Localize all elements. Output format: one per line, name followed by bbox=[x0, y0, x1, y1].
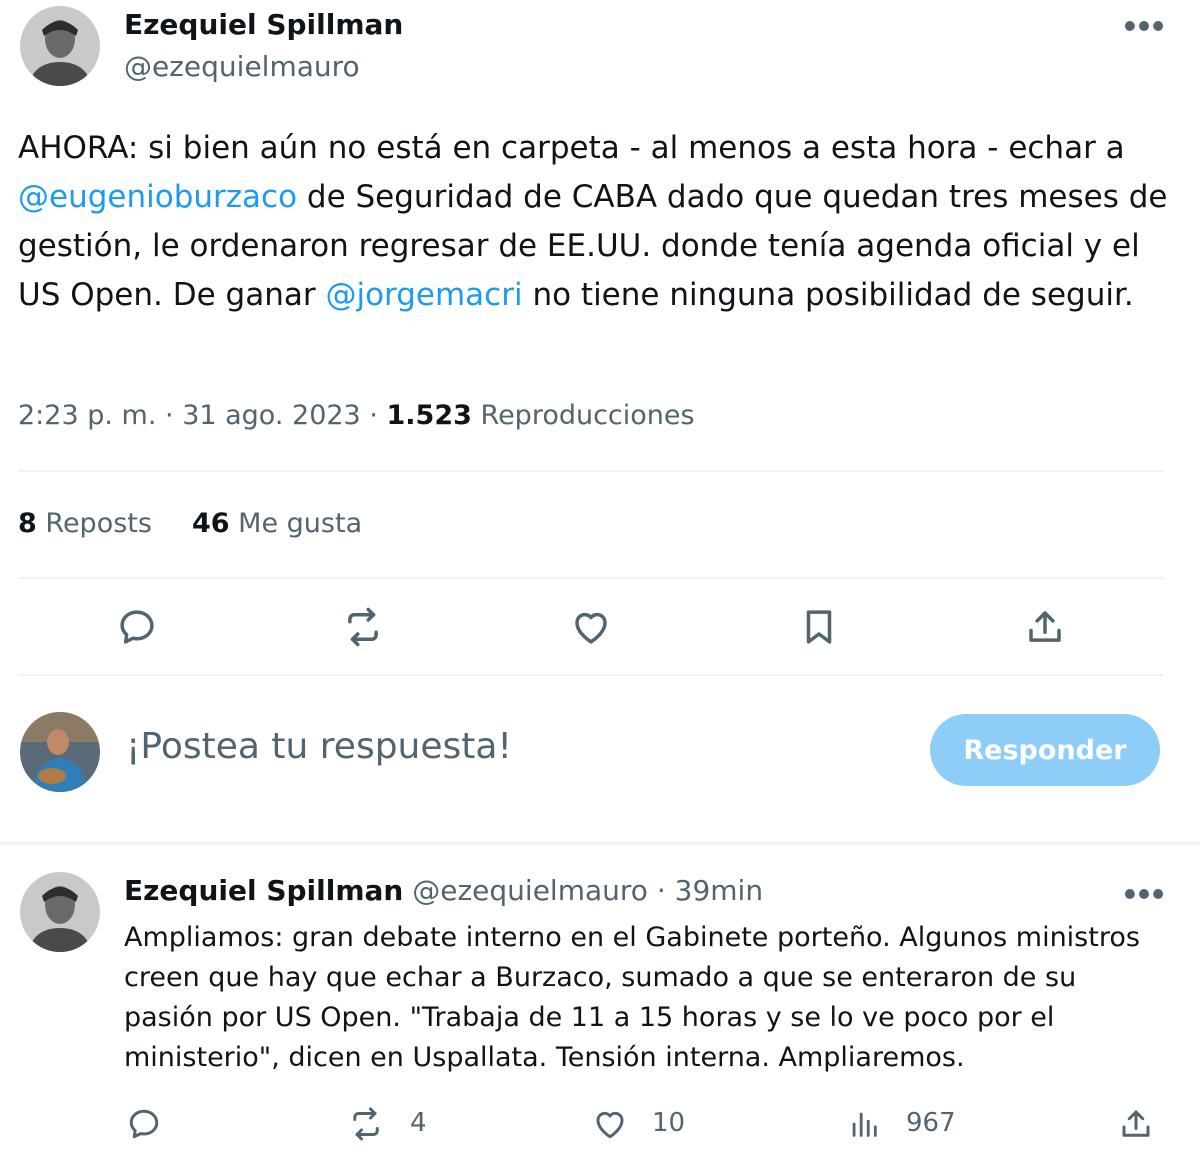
user-avatar[interactable] bbox=[20, 712, 100, 792]
reposts-count: 8 bbox=[18, 508, 37, 539]
divider bbox=[18, 577, 1164, 579]
tweet-meta: 2:23 p. m. · 31 ago. 2023 · 1.523 Reprod… bbox=[18, 400, 695, 431]
reply-input[interactable]: ¡Postea tu respuesta! bbox=[126, 726, 886, 767]
author-handle[interactable]: @ezequielmauro bbox=[124, 50, 360, 83]
views-icon bbox=[852, 1112, 877, 1137]
separator-dot: · bbox=[369, 400, 378, 431]
reply-button[interactable] bbox=[114, 604, 160, 650]
views-label: Reproducciones bbox=[480, 400, 695, 431]
views-count: 967 bbox=[906, 1108, 956, 1138]
tweet-text: AHORA: si bien aún no está en carpeta - … bbox=[18, 124, 1168, 320]
reply-header: Ezequiel Spillman @ezequielmauro · 39min bbox=[124, 874, 763, 907]
tweet-text-part: AHORA: si bien aún no está en carpeta - … bbox=[18, 130, 1125, 166]
divider bbox=[18, 674, 1164, 676]
likes-stat[interactable]: 46 Me gusta bbox=[192, 508, 362, 539]
tweet-date[interactable]: 31 ago. 2023 bbox=[182, 400, 361, 431]
author-handle[interactable]: @ezequielmauro bbox=[412, 874, 648, 907]
tweet-time[interactable]: 2:23 p. m. bbox=[18, 400, 156, 431]
repost-button[interactable] bbox=[346, 1104, 386, 1144]
bookmark-button[interactable] bbox=[796, 604, 842, 650]
like-icon bbox=[596, 1111, 624, 1139]
reply-button[interactable] bbox=[124, 1104, 164, 1144]
author-name[interactable]: Ezequiel Spillman bbox=[124, 874, 403, 907]
mention-link[interactable]: @jorgemacri bbox=[325, 277, 522, 313]
author-name[interactable]: Ezequiel Spillman bbox=[124, 8, 403, 41]
more-options-icon[interactable] bbox=[1124, 10, 1164, 42]
reply-text: Ampliamos: gran debate interno en el Gab… bbox=[124, 922, 1140, 1073]
share-button[interactable] bbox=[1116, 1104, 1156, 1144]
like-icon bbox=[575, 612, 607, 644]
repost-icon bbox=[348, 607, 378, 647]
separator-dot: · bbox=[165, 400, 174, 431]
reply-icon bbox=[120, 610, 154, 644]
tweet-time-ago[interactable]: 39min bbox=[675, 874, 763, 907]
repost-icon bbox=[353, 1107, 379, 1141]
like-button[interactable] bbox=[590, 1104, 630, 1144]
repost-button[interactable] bbox=[340, 604, 386, 650]
share-icon bbox=[1029, 611, 1061, 642]
share-icon bbox=[1122, 1110, 1150, 1137]
reply-icon bbox=[129, 1109, 159, 1139]
reply-submit-button[interactable]: Responder bbox=[930, 714, 1160, 786]
reposts-stat[interactable]: 8 Reposts bbox=[18, 508, 152, 539]
repost-count: 4 bbox=[410, 1108, 427, 1138]
likes-count: 46 bbox=[192, 508, 230, 539]
author-avatar[interactable] bbox=[20, 872, 100, 952]
tweet-text-part: no tiene ninguna posibilidad de seguir. bbox=[522, 277, 1134, 313]
section-divider bbox=[0, 842, 1200, 845]
author-avatar[interactable] bbox=[20, 6, 100, 86]
share-button[interactable] bbox=[1022, 604, 1068, 650]
like-count: 10 bbox=[652, 1108, 686, 1138]
separator-dot: · bbox=[656, 874, 666, 907]
mention-link[interactable]: @eugenioburzaco bbox=[18, 179, 297, 215]
views-button[interactable] bbox=[844, 1104, 884, 1144]
like-button[interactable] bbox=[568, 604, 614, 650]
likes-label: Me gusta bbox=[238, 508, 363, 539]
more-options-icon[interactable] bbox=[1124, 878, 1164, 910]
reposts-label: Reposts bbox=[45, 508, 152, 539]
bookmark-icon bbox=[806, 610, 832, 644]
divider bbox=[18, 470, 1164, 472]
views-count: 1.523 bbox=[386, 400, 472, 431]
